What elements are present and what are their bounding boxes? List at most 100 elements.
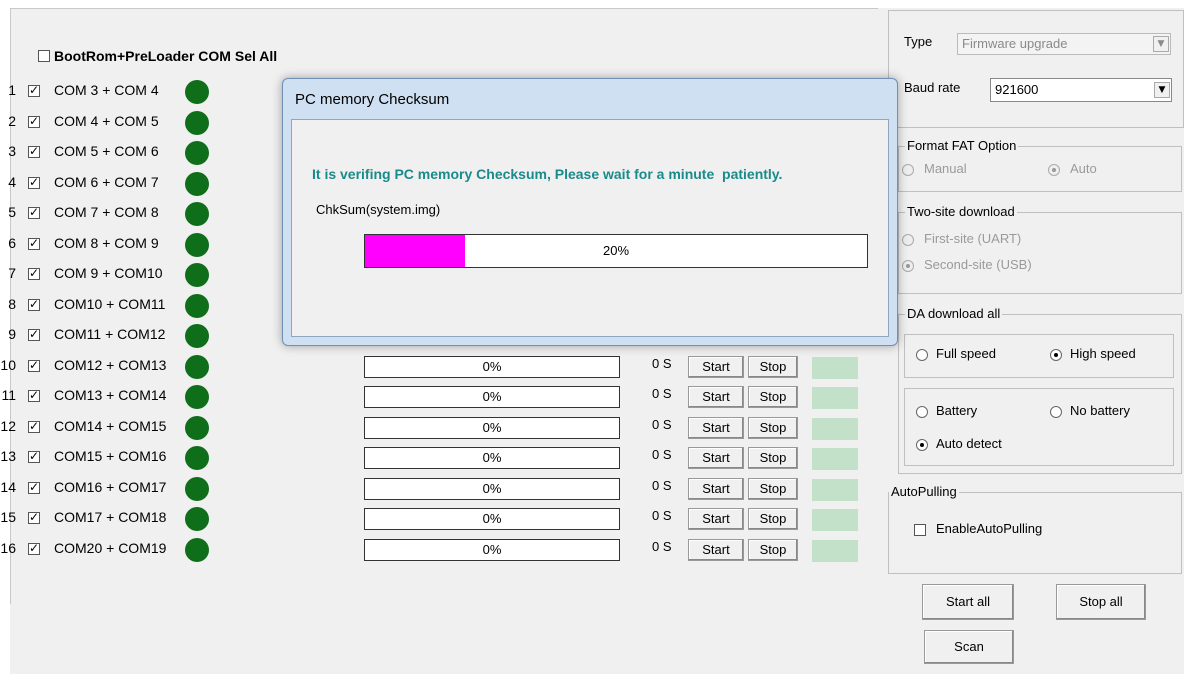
row-checkbox[interactable] [28, 358, 40, 372]
row-index: 13 [0, 448, 16, 464]
high-speed-label: High speed [1070, 346, 1136, 361]
row-time-label: 0 S [652, 355, 672, 371]
stop-all-button[interactable]: Stop all [1056, 584, 1146, 620]
row-progress-bar: 0% [364, 386, 620, 408]
row-index: 12 [0, 417, 16, 434]
no-battery-label: No battery [1070, 403, 1130, 418]
row-checkbox[interactable] [28, 175, 40, 189]
format-fat-auto-radio[interactable] [1048, 164, 1060, 176]
row-time-label: 0 S [652, 477, 672, 493]
auto-detect-radio[interactable] [916, 439, 928, 451]
row-stop-button[interactable]: Stop [748, 416, 798, 439]
row-index: 6 [8, 234, 16, 251]
enable-auto-pulling-label: EnableAutoPulling [936, 521, 1043, 536]
row-checkbox[interactable] [28, 510, 40, 524]
status-led-icon [185, 141, 209, 165]
row-start-button[interactable]: Start [688, 508, 744, 530]
row-port-label: COM11 + COM12 [54, 326, 166, 342]
full-speed-radio[interactable] [916, 349, 928, 361]
enable-auto-pulling-checkbox[interactable] [914, 524, 926, 536]
row-checkbox[interactable] [28, 297, 40, 311]
row-checkbox[interactable] [28, 480, 40, 494]
status-led-icon [185, 415, 209, 440]
row-progress-bar: 0% [364, 447, 620, 469]
status-led-icon [185, 507, 209, 531]
row-index: 3 [8, 143, 16, 159]
row-stop-button[interactable]: Stop [748, 508, 798, 530]
row-stop-button[interactable]: Stop [748, 538, 798, 561]
two-site-group: Two-site download [898, 204, 1182, 294]
row-status-cell [812, 387, 858, 409]
row-stop-button[interactable]: Stop [748, 477, 798, 500]
row-checkbox[interactable] [28, 449, 40, 463]
dialog-message: It is verifing PC memory Checksum, Pleas… [312, 166, 783, 182]
row-progress-bar: 0% [364, 508, 620, 530]
status-led-icon [185, 446, 209, 470]
row-stop-button[interactable]: Stop [748, 355, 798, 378]
row-stop-button[interactable]: Stop [748, 447, 798, 469]
row-start-button[interactable]: Start [688, 386, 744, 408]
port-row: 13 COM15 + COM16 0% 0 S StartStop [0, 442, 878, 472]
dialog-body: It is verifing PC memory Checksum, Pleas… [291, 119, 889, 337]
status-led-icon [185, 80, 209, 104]
row-time-label: 0 S [652, 508, 672, 523]
row-start-button[interactable]: Start [688, 477, 744, 500]
first-site-radio[interactable] [902, 234, 914, 246]
row-start-button[interactable]: Start [688, 447, 744, 469]
scan-button[interactable]: Scan [924, 630, 1014, 664]
type-label: Type [904, 34, 933, 49]
da-download-title: DA download all [905, 306, 1003, 321]
row-start-button[interactable]: Start [688, 416, 744, 439]
start-all-button[interactable]: Start all [922, 584, 1014, 620]
row-start-button[interactable]: Start [688, 355, 744, 378]
chevron-down-icon: ▼ [1153, 36, 1169, 52]
sel-all-checkbox[interactable] [38, 50, 50, 62]
row-port-label: COM13 + COM14 [54, 387, 167, 403]
row-port-label: COM17 + COM18 [54, 509, 167, 525]
row-index: 5 [8, 204, 16, 220]
battery-radio[interactable] [916, 406, 928, 418]
row-checkbox[interactable] [28, 114, 40, 128]
baud-rate-select[interactable]: 921600 ▼ [990, 78, 1172, 102]
format-fat-manual-label: Manual [924, 161, 967, 176]
row-port-label: COM15 + COM16 [54, 448, 167, 464]
row-port-label: COM 5 + COM 6 [54, 143, 159, 159]
auto-detect-label: Auto detect [936, 436, 1002, 451]
row-checkbox[interactable] [28, 327, 40, 341]
row-port-label: COM 9 + COM10 [54, 265, 163, 281]
full-speed-label: Full speed [936, 346, 996, 361]
row-checkbox[interactable] [28, 236, 40, 250]
row-checkbox[interactable] [28, 205, 40, 219]
battery-label: Battery [936, 403, 978, 418]
row-port-label: COM20 + COM19 [54, 539, 167, 556]
row-time-label: 0 S [652, 386, 672, 401]
row-time-label: 0 S [652, 538, 672, 554]
dialog-title: PC memory Checksum [295, 91, 450, 108]
chevron-down-icon: ▼ [1154, 82, 1170, 98]
row-status-cell [812, 478, 858, 501]
port-row: 10 COM12 + COM13 0% 0 S StartStop [0, 351, 878, 381]
row-checkbox[interactable] [28, 266, 40, 280]
row-index: 2 [8, 112, 16, 129]
row-start-button[interactable]: Start [688, 538, 744, 561]
format-fat-manual-radio[interactable] [902, 164, 914, 176]
dialog-progress-label: 20% [602, 243, 630, 258]
row-checkbox[interactable] [28, 83, 40, 97]
port-row: 14 COM16 + COM17 0% 0 S StartStop [0, 473, 878, 503]
row-status-cell [812, 417, 858, 440]
row-checkbox[interactable] [28, 388, 40, 402]
type-group [888, 10, 1184, 128]
row-stop-button[interactable]: Stop [748, 386, 798, 408]
row-checkbox[interactable] [28, 419, 40, 433]
row-checkbox[interactable] [28, 144, 40, 158]
battery-group [904, 388, 1174, 466]
row-checkbox[interactable] [28, 541, 40, 555]
port-row: 12 COM14 + COM15 0% 0 S StartStop [0, 412, 878, 442]
no-battery-radio[interactable] [1050, 406, 1062, 418]
type-select[interactable]: Firmware upgrade ▼ [957, 33, 1171, 55]
row-time-label: 0 S [652, 416, 672, 432]
second-site-radio[interactable] [902, 260, 914, 272]
port-row: 15 COM17 + COM18 0% 0 S StartStop [0, 503, 878, 533]
high-speed-radio[interactable] [1050, 349, 1062, 361]
row-progress-bar: 0% [364, 355, 620, 378]
